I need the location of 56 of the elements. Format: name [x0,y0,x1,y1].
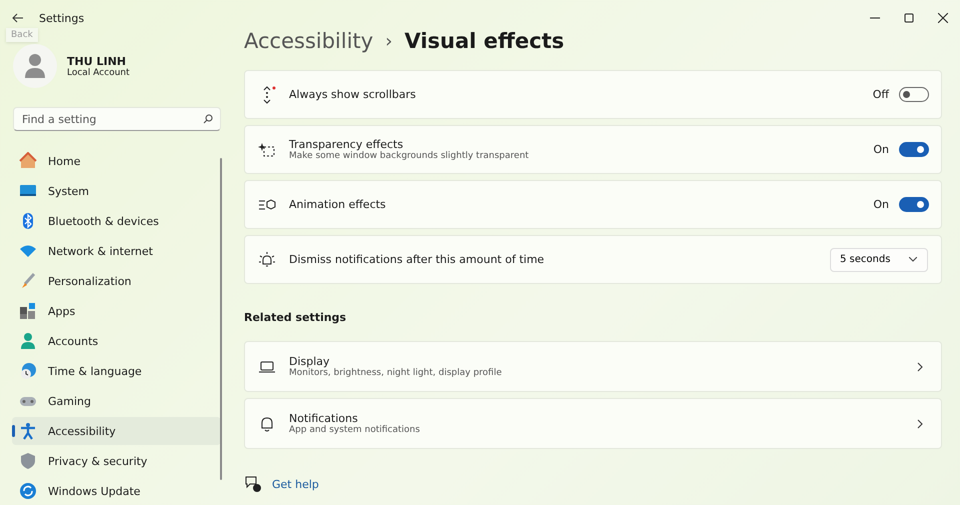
notification-bell-icon [258,250,276,268]
breadcrumb-link[interactable]: Accessibility [244,29,374,53]
accessibility-icon [19,422,37,440]
breadcrumb-separator: › [385,30,392,52]
selection-indicator [12,425,15,437]
dropdown[interactable]: 5 seconds [830,248,928,272]
setting-description: App and system notifications [289,425,420,435]
profile-name: THU LINH [67,54,127,68]
setting-title: Animation effects [289,198,386,211]
section-heading: Related settings [244,311,348,324]
window-title: Settings [39,12,84,24]
sidebar-item[interactable]: Windows Update [12,477,221,505]
shield-icon [19,452,37,470]
search-icon [203,114,213,124]
setting-title: Notifications [289,412,359,425]
page-title: Visual effects [404,29,564,53]
setting-title: Always show scrollbars [289,88,416,101]
sparkle-icon [258,140,276,158]
avatar[interactable] [13,44,57,88]
toggle-state: On [873,143,889,156]
toggle-switch[interactable] [899,87,929,102]
chevron-icon [915,418,925,428]
chevron-icon [915,362,925,372]
scrollbar[interactable] [220,158,222,480]
setting-description: Monitors, brightness, night light, display profile [289,368,502,378]
setting-title: Transparency effects [289,138,404,151]
related-setting-card[interactable]: Display Monitors, brightness, night light, display profile [244,341,942,392]
help-link[interactable]: Get help [272,478,319,490]
help-chat-icon [244,475,262,493]
house-icon [19,152,37,170]
person-icon [19,332,37,350]
setting-title: Dismiss notifications after this amount of time [289,253,544,266]
toggle-switch[interactable] [899,142,929,157]
related-setting-card[interactable]: Notifications App and system notifications [244,398,942,449]
account-type: Local Account [67,68,130,78]
search-field[interactable]: Find a setting [13,107,221,131]
toggle-state: On [873,198,889,211]
sidebar-item[interactable]: Apps [12,297,221,325]
toggle-switch[interactable] [899,197,929,212]
sidebar-item[interactable]: Accessibility [12,417,221,445]
setting-title: Display [289,355,331,368]
update-icon [19,482,37,500]
sidebar-item[interactable]: Home [12,147,221,175]
chevron-down-icon [909,257,917,262]
brush-icon [19,272,37,290]
maximize-icon [904,13,914,23]
clock-globe-icon [19,362,37,380]
sidebar-item[interactable]: Network & internet [12,237,221,265]
sidebar-item[interactable]: Personalization [12,267,221,295]
sidebar-item[interactable]: Privacy & security [12,447,221,475]
back-tooltip: Back [6,28,38,42]
sidebar-item[interactable]: Accounts [12,327,221,355]
apps-icon [19,302,37,320]
setting-description: Make some window backgrounds slightly transparent [289,151,529,161]
close-icon [938,13,948,23]
toggle-state: Off [872,88,889,101]
